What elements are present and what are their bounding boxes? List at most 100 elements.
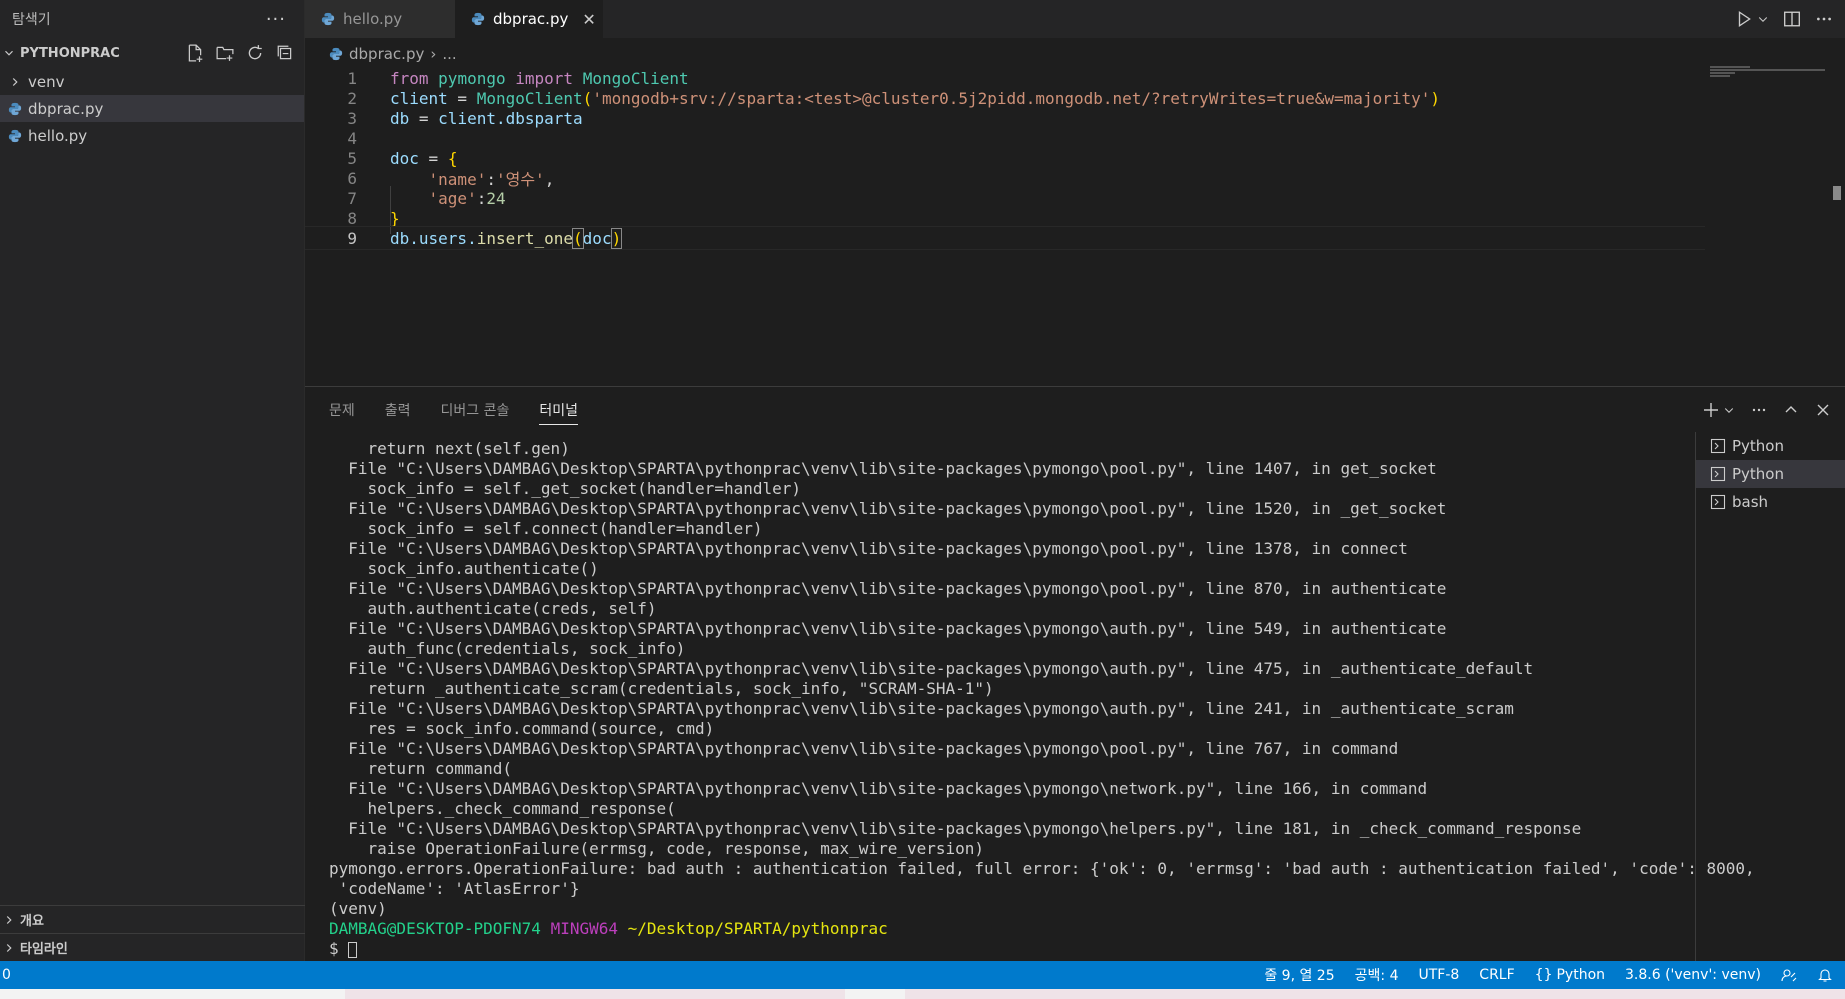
chevron-right-icon bbox=[6, 915, 12, 924]
status-encoding[interactable]: UTF-8 bbox=[1418, 967, 1459, 983]
token: client bbox=[438, 108, 496, 128]
minimap[interactable] bbox=[1710, 66, 1830, 86]
status-cursor-position[interactable]: 줄 9, 열 25 bbox=[1264, 965, 1334, 985]
status-left[interactable]: 0 bbox=[0, 967, 11, 983]
more-actions-icon[interactable]: ··· bbox=[266, 9, 286, 30]
line-number: 9 bbox=[347, 228, 357, 248]
terminal-line: return command( bbox=[329, 759, 513, 778]
tab-terminal[interactable]: 터미널 bbox=[539, 400, 579, 425]
tab-output[interactable]: 출력 bbox=[385, 400, 411, 420]
run-dropdown-icon[interactable] bbox=[1757, 10, 1769, 28]
refresh-icon[interactable] bbox=[246, 44, 264, 62]
tree-item-label: hello.py bbox=[28, 126, 88, 145]
terminal-item-python-2[interactable]: Python bbox=[1696, 460, 1845, 488]
breadcrumb-file[interactable]: dbprac.py bbox=[349, 45, 424, 63]
prompt-path: ~/Desktop/SPARTA/pythonprac bbox=[627, 919, 888, 938]
token: = bbox=[409, 108, 439, 128]
terminal-line: sock_info.authenticate() bbox=[329, 559, 599, 578]
breadcrumb-rest[interactable]: ... bbox=[442, 45, 456, 63]
more-actions-icon[interactable] bbox=[1751, 402, 1767, 418]
terminal-item-label: Python bbox=[1732, 465, 1784, 483]
project-header[interactable]: PYTHONPRAC bbox=[0, 38, 304, 68]
token: db bbox=[390, 228, 410, 248]
tab-debug-console[interactable]: 디버그 콘솔 bbox=[441, 400, 510, 420]
terminal-icon bbox=[1710, 466, 1726, 482]
tab-dbprac-py[interactable]: dbprac.py ✕ bbox=[455, 0, 603, 38]
token: MongoClient bbox=[476, 88, 583, 108]
terminal-prompt-line: DAMBAG@DESKTOP-PDOFN74 MINGW64 ~/Desktop… bbox=[329, 919, 1845, 939]
taskbar-strip bbox=[0, 989, 1845, 999]
token: 'mongodb+srv://sparta:<test>@cluster0.5j… bbox=[592, 88, 1431, 108]
code-line-current: 9 db.users.insert_one(doc) bbox=[305, 226, 1705, 250]
status-bar: 0 줄 9, 열 25 공백: 4 UTF-8 CRLF {} Python 3… bbox=[0, 961, 1845, 989]
token: doc bbox=[390, 148, 419, 168]
outline-label: 개요 bbox=[20, 914, 44, 929]
code-editor[interactable]: 1 from pymongo import MongoClient 2 clie… bbox=[305, 66, 1845, 386]
prompt-shell: MINGW64 bbox=[550, 919, 618, 938]
token: .users. bbox=[409, 228, 477, 248]
panel-actions bbox=[1703, 387, 1831, 432]
minimap-line bbox=[1710, 75, 1730, 77]
line-number: 3 bbox=[347, 108, 357, 128]
terminal-item-python-1[interactable]: Python bbox=[1696, 432, 1845, 460]
feedback-icon[interactable] bbox=[1781, 967, 1797, 983]
new-file-icon[interactable] bbox=[186, 44, 204, 62]
outline-section[interactable]: 개요 bbox=[0, 905, 305, 933]
tree-item-dbprac[interactable]: dbprac.py bbox=[0, 95, 304, 122]
status-eol[interactable]: CRLF bbox=[1479, 967, 1514, 983]
maximize-panel-icon[interactable] bbox=[1783, 402, 1799, 418]
token: ( bbox=[582, 88, 593, 108]
timeline-section[interactable]: 타임라인 bbox=[0, 933, 305, 961]
project-name: PYTHONPRAC bbox=[20, 45, 120, 61]
tree-item-venv[interactable]: venv bbox=[0, 68, 304, 95]
token: insert_one bbox=[476, 228, 574, 248]
collapse-all-icon[interactable] bbox=[276, 44, 294, 62]
minimap-line bbox=[1710, 72, 1735, 74]
token: = bbox=[447, 88, 477, 108]
split-editor-icon[interactable] bbox=[1783, 10, 1801, 28]
tab-hello-py[interactable]: hello.py bbox=[305, 0, 455, 38]
token: : bbox=[476, 188, 487, 208]
token: ( bbox=[572, 227, 584, 249]
prompt-dollar: $ bbox=[329, 939, 349, 958]
minimap-line bbox=[1710, 66, 1750, 68]
terminal-line: File "C:\Users\DAMBAG\Desktop\SPARTA\pyt… bbox=[329, 699, 1514, 718]
tree-item-label: dbprac.py bbox=[28, 99, 104, 118]
token: 'age' bbox=[428, 188, 477, 208]
scrollbar-thumb[interactable] bbox=[1833, 186, 1841, 200]
status-interpreter[interactable]: 3.8.6 ('venv': venv) bbox=[1625, 967, 1761, 983]
token: 24 bbox=[486, 188, 506, 208]
timeline-label: 타임라인 bbox=[20, 942, 68, 957]
chevron-down-icon[interactable] bbox=[1723, 402, 1735, 418]
terminal-input-line[interactable]: $ bbox=[329, 939, 1845, 959]
terminal-line: pymongo.errors.OperationFailure: bad aut… bbox=[329, 859, 1755, 878]
terminal-output[interactable]: return next(self.gen) File "C:\Users\DAM… bbox=[329, 439, 1845, 959]
token: db bbox=[390, 108, 410, 128]
line-number: 1 bbox=[347, 68, 357, 88]
close-panel-icon[interactable] bbox=[1815, 402, 1831, 418]
terminal-line: sock_info = self.connect(handler=handler… bbox=[329, 519, 763, 538]
new-folder-icon[interactable] bbox=[216, 44, 234, 62]
panel-tabs: 문제 출력 디버그 콘솔 터미널 bbox=[305, 387, 1845, 432]
terminal-item-bash[interactable]: bash bbox=[1696, 488, 1845, 516]
tree-item-label: venv bbox=[28, 72, 65, 91]
minimap-line bbox=[1710, 69, 1825, 71]
editor-actions bbox=[1735, 0, 1833, 38]
terminal-line: File "C:\Users\DAMBAG\Desktop\SPARTA\pyt… bbox=[329, 579, 1447, 598]
tree-item-hello[interactable]: hello.py bbox=[0, 122, 304, 149]
status-language[interactable]: {} Python bbox=[1535, 967, 1605, 983]
terminal-item-label: Python bbox=[1732, 437, 1784, 455]
status-indentation[interactable]: 공백: 4 bbox=[1355, 965, 1399, 985]
more-actions-icon[interactable] bbox=[1815, 10, 1833, 28]
terminal-line: helpers._check_command_response( bbox=[329, 799, 676, 818]
token: ) bbox=[1430, 88, 1441, 108]
tab-problems[interactable]: 문제 bbox=[329, 400, 355, 420]
prompt-user: DAMBAG@DESKTOP-PDOFN74 bbox=[329, 919, 541, 938]
new-terminal-icon[interactable] bbox=[1703, 402, 1719, 418]
terminal-cursor bbox=[348, 941, 358, 958]
run-icon[interactable] bbox=[1735, 10, 1753, 28]
terminal-line: (venv) bbox=[329, 899, 387, 918]
close-tab-icon[interactable]: ✕ bbox=[582, 10, 595, 29]
notification-bell-icon[interactable] bbox=[1817, 967, 1833, 983]
python-file-icon bbox=[471, 12, 485, 26]
